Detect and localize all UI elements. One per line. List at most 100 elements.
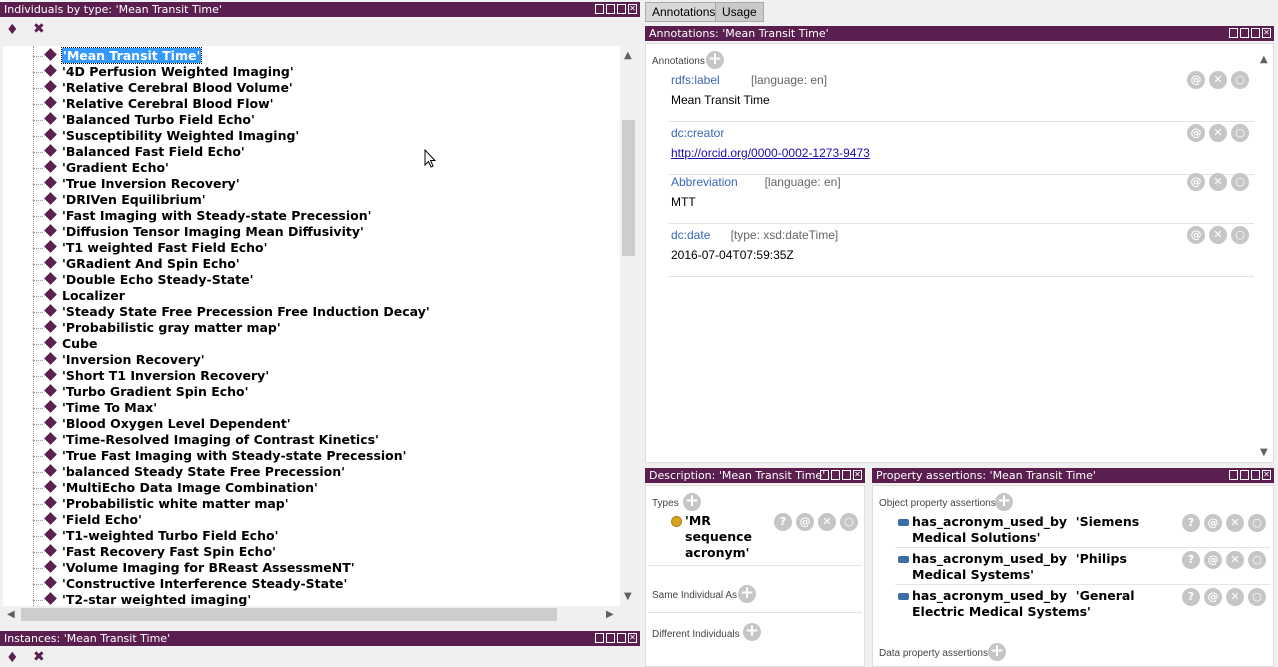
tree-item[interactable]: 'DRIVen Equilibrium' [33, 192, 206, 208]
tree-item[interactable]: Cube [33, 336, 98, 352]
delete-instance-icon[interactable]: ✖ [33, 649, 45, 665]
split-icon[interactable] [606, 633, 615, 643]
add-annotation-button[interactable]: + [706, 51, 724, 69]
tree-item[interactable]: Localizer [33, 288, 125, 304]
assertion-text[interactable]: has_acronym_used_by 'General [912, 588, 1135, 604]
add-instance-icon[interactable]: ♦ [6, 650, 19, 666]
pin-icon[interactable] [595, 4, 604, 14]
close-icon[interactable]: ✕ [628, 633, 637, 643]
assertion-text[interactable]: has_acronym_used_by 'Philips [912, 551, 1127, 567]
tree-item[interactable]: 'Constructive Interference Steady-State' [33, 576, 347, 592]
assertion-annotate-button[interactable]: @ [1204, 551, 1222, 569]
annotation-delete-button[interactable]: ✕ [1209, 124, 1227, 142]
pin-icon[interactable] [1229, 28, 1238, 38]
assertion-delete-button[interactable]: ✕ [1226, 514, 1244, 532]
annotation-edit-button[interactable]: ○ [1231, 71, 1249, 89]
split-icon[interactable] [606, 4, 615, 14]
delete-individual-icon[interactable]: ✖ [33, 21, 45, 37]
assertion-text[interactable]: Medical Solutions' [912, 530, 1040, 546]
annotation-annotate-button[interactable]: @ [1187, 71, 1205, 89]
annotation-property[interactable]: Abbreviation [671, 175, 738, 189]
annotation-delete-button[interactable]: ✕ [1209, 71, 1227, 89]
add-individual-icon[interactable]: ♦ [6, 22, 19, 38]
tree-item[interactable]: 'balanced Steady State Free Precession' [33, 464, 345, 480]
add-data-property-button[interactable]: + [988, 643, 1006, 661]
assertion-explain-button[interactable]: ? [1182, 588, 1200, 606]
tree-item[interactable]: 'Susceptibility Weighted Imaging' [33, 128, 299, 144]
assertion-edit-button[interactable]: ○ [1248, 588, 1266, 606]
tab-usage[interactable]: Usage [715, 2, 764, 22]
add-different-individual-button[interactable]: + [743, 623, 761, 641]
tree-item[interactable]: 'Balanced Fast Field Echo' [33, 144, 245, 160]
tree-item[interactable]: 'T1-weighted Turbo Field Echo' [33, 528, 278, 544]
annotations-scroll-up-icon[interactable]: ▲ [1260, 54, 1268, 65]
scroll-left-icon[interactable]: ◀ [7, 609, 15, 620]
annotation-value-link[interactable]: http://orcid.org/0000-0002-1273-9473 [671, 146, 870, 160]
scroll-thumb[interactable] [622, 120, 635, 256]
add-object-property-button[interactable]: + [995, 493, 1013, 511]
tree-vertical-scrollbar[interactable]: ▲ ▼ [620, 46, 637, 606]
tree-item[interactable]: 'Blood Oxygen Level Dependent' [33, 416, 291, 432]
annotation-annotate-button[interactable]: @ [1187, 173, 1205, 191]
tree-item[interactable]: '4D Perfusion Weighted Imaging' [33, 64, 294, 80]
annotations-scroll-down-icon[interactable]: ▼ [1260, 447, 1268, 458]
assertion-edit-button[interactable]: ○ [1248, 551, 1266, 569]
split-icon[interactable] [1240, 28, 1249, 38]
split-icon[interactable] [1240, 470, 1249, 480]
type-explain-button[interactable]: ? [774, 513, 792, 531]
type-annotate-button[interactable]: @ [796, 513, 814, 531]
tree-item[interactable]: 'T1 weighted Fast Field Echo' [33, 240, 267, 256]
annotation-property[interactable]: dc:date [671, 228, 710, 242]
tree-item[interactable]: 'Time-Resolved Imaging of Contrast Kinet… [33, 432, 379, 448]
annotation-annotate-button[interactable]: @ [1187, 226, 1205, 244]
tree-item[interactable]: 'Balanced Turbo Field Echo' [33, 112, 255, 128]
tree-item[interactable]: 'Probabilistic gray matter map' [33, 320, 281, 336]
tree-item[interactable]: 'Probabilistic white matter map' [33, 496, 289, 512]
type-value-line3[interactable]: acronym' [685, 545, 750, 561]
maximize-icon[interactable] [842, 470, 851, 480]
tree-item[interactable]: 'Turbo Gradient Spin Echo' [33, 384, 248, 400]
assertion-explain-button[interactable]: ? [1182, 551, 1200, 569]
hscroll-thumb[interactable] [21, 608, 557, 621]
tab-annotations[interactable]: Annotations [645, 2, 723, 22]
annotation-edit-button[interactable]: ○ [1231, 124, 1249, 142]
add-type-button[interactable]: + [683, 493, 701, 511]
pin-icon[interactable] [595, 633, 604, 643]
close-icon[interactable]: ✕ [1262, 470, 1271, 480]
annotation-edit-button[interactable]: ○ [1231, 226, 1249, 244]
assertion-annotate-button[interactable]: @ [1204, 588, 1222, 606]
tree-item[interactable]: 'Field Echo' [33, 512, 142, 528]
tree-item[interactable]: 'Diffusion Tensor Imaging Mean Diffusivi… [33, 224, 364, 240]
tree-item[interactable]: 'Volume Imaging for BReast AssessmeNT' [33, 560, 355, 576]
tree-item[interactable]: 'Short T1 Inversion Recovery' [33, 368, 269, 384]
type-edit-button[interactable]: ○ [840, 513, 858, 531]
pin-icon[interactable] [820, 470, 829, 480]
assertion-delete-button[interactable]: ✕ [1226, 588, 1244, 606]
annotation-edit-button[interactable]: ○ [1231, 173, 1249, 191]
tree-item[interactable]: 'Time To Max' [33, 400, 157, 416]
close-icon[interactable]: ✕ [853, 470, 862, 480]
maximize-icon[interactable] [1251, 28, 1260, 38]
maximize-icon[interactable] [617, 4, 626, 14]
tree-item-selected[interactable]: 'Mean Transit Time' [33, 47, 203, 64]
assertion-explain-button[interactable]: ? [1182, 514, 1200, 532]
tree-item[interactable]: 'True Fast Imaging with Steady-state Pre… [33, 448, 406, 464]
pin-icon[interactable] [1229, 470, 1238, 480]
assertion-edit-button[interactable]: ○ [1248, 514, 1266, 532]
type-value-line2[interactable]: sequence [685, 529, 752, 545]
assertion-text[interactable]: has_acronym_used_by 'Siemens [912, 514, 1139, 530]
scroll-right-icon[interactable]: ▶ [606, 609, 614, 620]
annotation-delete-button[interactable]: ✕ [1209, 226, 1227, 244]
tree-item[interactable]: 'MultiEcho Data Image Combination' [33, 480, 318, 496]
tree-item[interactable]: 'Steady State Free Precession Free Induc… [33, 304, 430, 320]
type-value-line1[interactable]: 'MR [685, 513, 711, 529]
tree-item[interactable]: 'Gradient Echo' [33, 160, 169, 176]
annotation-delete-button[interactable]: ✕ [1209, 173, 1227, 191]
assertion-text[interactable]: Medical Systems' [912, 567, 1034, 583]
scroll-up-icon[interactable]: ▲ [624, 50, 632, 61]
tree-item[interactable]: 'True Inversion Recovery' [33, 176, 240, 192]
annotation-property[interactable]: rdfs:label [671, 73, 720, 87]
tree-item[interactable]: 'Relative Cerebral Blood Flow' [33, 96, 273, 112]
scroll-down-icon[interactable]: ▼ [624, 591, 632, 602]
tree-item[interactable]: 'Double Echo Steady-State' [33, 272, 253, 288]
